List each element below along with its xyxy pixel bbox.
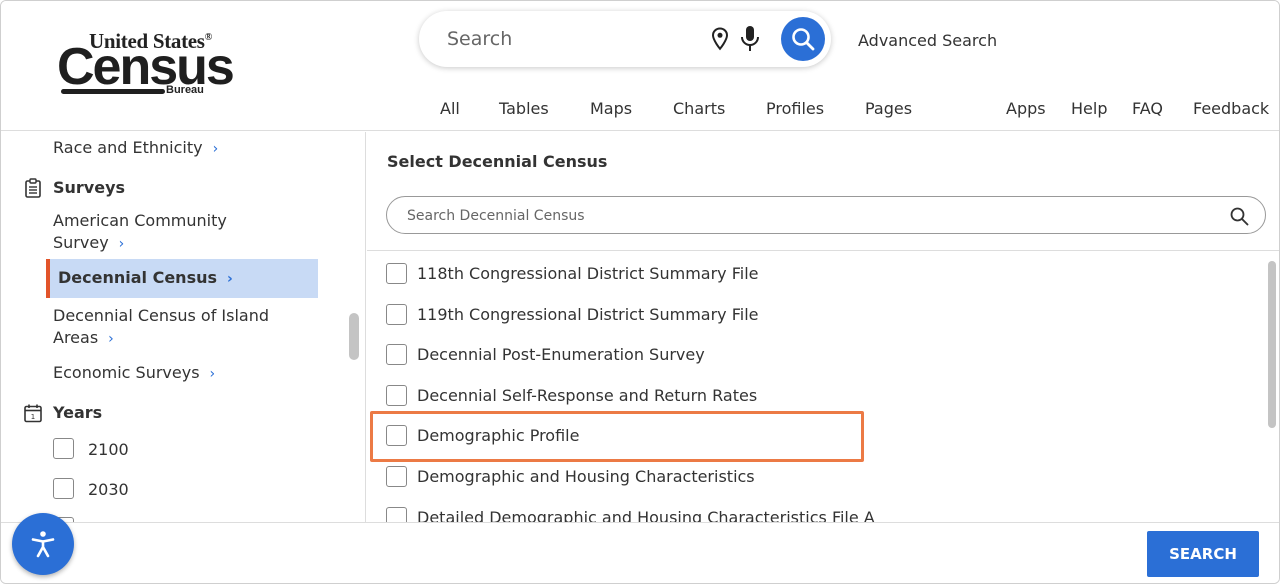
checkbox[interactable] — [386, 304, 407, 325]
sidebar-link-decennial-census[interactable]: Decennial Census › — [46, 259, 318, 298]
panel-title: Select Decennial Census — [387, 152, 608, 171]
global-search-input[interactable] — [447, 25, 697, 53]
search-icon — [792, 28, 815, 51]
accessibility-icon — [31, 531, 55, 558]
year-checkbox-2030[interactable] — [53, 478, 74, 499]
sidebar-heading-surveys: Surveys — [53, 178, 126, 197]
chevron-right-icon: › — [209, 366, 216, 382]
sidebar-heading-years: Years — [53, 403, 103, 422]
nav-tab-profiles[interactable]: Profiles — [766, 99, 824, 118]
nav-tab-pages[interactable]: Pages — [865, 99, 912, 118]
nav-link-feedback[interactable]: Feedback — [1193, 99, 1269, 118]
sidebar-link-economic-surveys[interactable]: Economic Surveys › — [53, 362, 215, 385]
checkbox[interactable] — [386, 385, 407, 406]
logo-bureau: Bureau — [166, 84, 204, 96]
checkbox[interactable] — [386, 466, 407, 487]
action-bar: SEARCH — [1, 522, 1279, 583]
census-logo[interactable]: United States® Census Bureau — [57, 29, 235, 101]
app-window: United States® Census Bureau Search Adva… — [0, 0, 1280, 584]
year-label-2030: 2030 — [88, 480, 129, 499]
svg-text:1: 1 — [31, 413, 35, 421]
microphone-icon[interactable] — [739, 25, 761, 53]
calendar-icon: 1 — [24, 404, 42, 423]
sidebar-link-race-ethnicity[interactable]: Race and Ethnicity › — [53, 137, 218, 160]
chevron-right-icon: › — [108, 331, 114, 347]
global-search-bar — [419, 11, 831, 67]
highlight-box — [370, 411, 864, 462]
nav-tab-charts[interactable]: Charts — [673, 99, 725, 118]
list-scrollbar[interactable] — [1268, 261, 1276, 428]
chevron-right-icon: › — [227, 271, 233, 287]
nav-link-apps[interactable]: Apps — [1006, 99, 1046, 118]
nav-link-faq[interactable]: FAQ — [1132, 99, 1163, 118]
sidebar-scrollbar[interactable] — [349, 313, 359, 360]
nav-link-help[interactable]: Help — [1071, 99, 1107, 118]
site-header: United States® Census Bureau Search Adva… — [1, 1, 1279, 131]
logo-census: Census — [57, 38, 235, 96]
global-search-button[interactable] — [781, 17, 825, 61]
logo-underline — [61, 89, 165, 94]
sidebar-link-decennial-island-areas[interactable]: Decennial Census of Island Areas › — [53, 305, 269, 350]
panel-divider — [367, 250, 1279, 251]
nav-tab-all[interactable]: All — [440, 99, 460, 118]
sidebar-link-american-community-survey[interactable]: American Community Survey › — [53, 210, 227, 255]
chevron-right-icon: › — [212, 141, 219, 157]
advanced-search-link[interactable]: Advanced Search — [858, 31, 997, 50]
accessibility-button[interactable] — [12, 513, 74, 575]
search-icon[interactable] — [1229, 206, 1249, 226]
year-checkbox-2100[interactable] — [53, 438, 74, 459]
clipboard-icon — [25, 178, 41, 198]
checkbox[interactable] — [386, 344, 407, 365]
nav-tab-maps[interactable]: Maps — [590, 99, 632, 118]
location-pin-icon[interactable] — [710, 27, 730, 51]
decennial-search-input[interactable] — [407, 206, 1207, 226]
chevron-right-icon: › — [118, 236, 125, 252]
checkbox[interactable] — [386, 263, 407, 284]
filter-sidebar: Race and Ethnicity › Surveys American Com… — [1, 132, 366, 522]
search-submit-button[interactable]: SEARCH — [1147, 531, 1259, 577]
year-label-2100: 2100 — [88, 440, 129, 459]
decennial-search-box — [386, 196, 1266, 234]
nav-tab-tables[interactable]: Tables — [499, 99, 549, 118]
